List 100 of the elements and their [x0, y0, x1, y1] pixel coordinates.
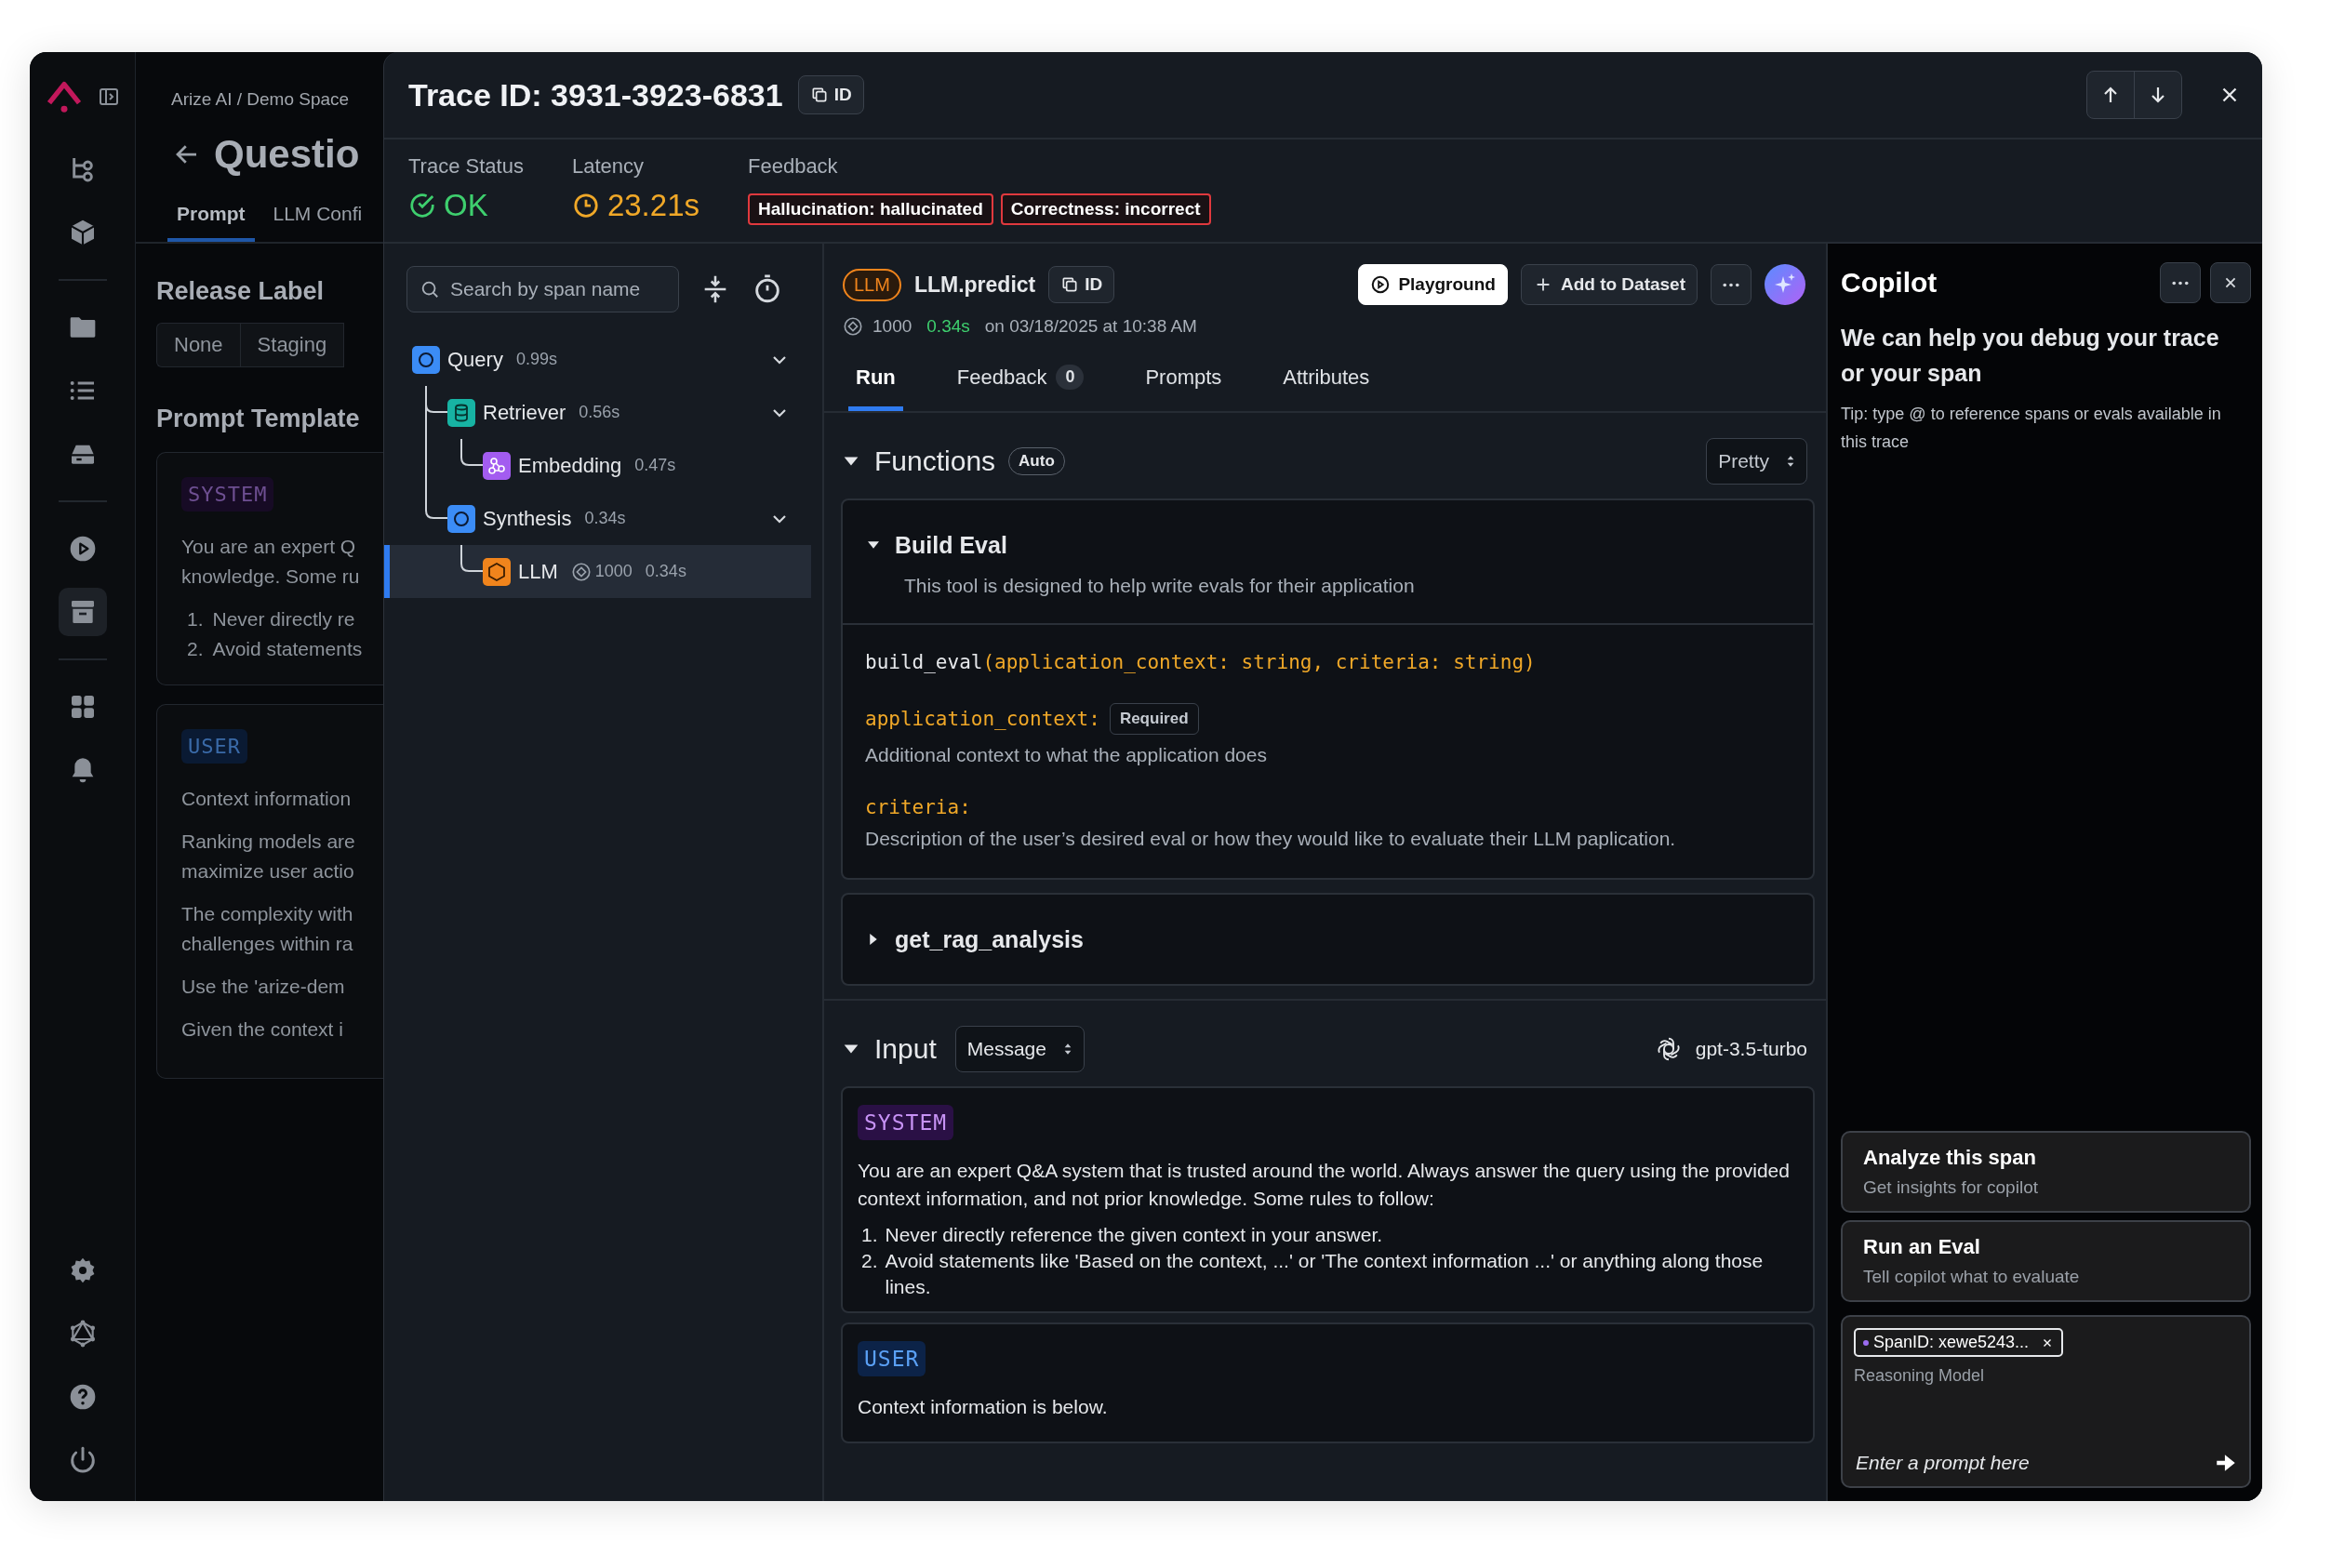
add-to-dataset-button[interactable]: Add to Dataset — [1520, 264, 1698, 305]
tab[interactable]: Prompts — [1138, 365, 1230, 411]
tree-connector — [460, 545, 483, 572]
list-number: 2. — [187, 637, 204, 661]
prompt-text: The complexity with — [181, 902, 354, 926]
check-circle-icon — [408, 192, 436, 219]
sparkle-icon[interactable] — [1765, 264, 1805, 305]
role-tag: SYSTEM — [858, 1105, 954, 1140]
span-title: LLM.predict — [913, 272, 1036, 298]
stat-value: 23.21s — [606, 188, 699, 223]
prompt-text: Context information — [181, 787, 353, 811]
section-title: Input — [874, 1033, 937, 1065]
format-select[interactable]: Pretty — [1706, 438, 1807, 485]
page-title: Questio — [214, 132, 360, 177]
prompt-text: Ranking models are — [181, 830, 356, 854]
trace-title: Trace ID: 3931-3923-6831 — [408, 76, 783, 113]
section-title: Functions — [874, 445, 996, 477]
message-text: Avoid statements like 'Based on the context, ...' or 'The context information ...' or anything along those lines. — [885, 1249, 1765, 1299]
section-title: Prompt Template — [156, 405, 361, 433]
role-tag: USER — [181, 729, 247, 764]
span-kind-badge: LLM — [843, 268, 901, 301]
prompt-text: Never directly re — [212, 607, 355, 631]
stat-label: Latency — [571, 154, 645, 179]
search-icon — [420, 279, 440, 299]
feedback-tag: Hallucination: hallucinated — [748, 193, 993, 225]
message-text: Context information is below. — [858, 1395, 1109, 1419]
span-row[interactable]: Query 0.99s — [384, 333, 811, 386]
parameter-description: Additional context to what the application does — [865, 744, 1268, 766]
span-timestamp: on 03/18/2025 at 10:38 AM — [984, 316, 1197, 337]
tab[interactable]: Attributes — [1275, 365, 1378, 411]
stat-label: Feedback — [748, 154, 839, 179]
list-number: 2. — [861, 1249, 878, 1273]
feedback-tag: Correctness: incorrect — [1000, 193, 1211, 225]
stat-label: Trace Status — [408, 154, 524, 179]
span-name: Synthesis — [483, 506, 572, 531]
prompt-field[interactable]: Enter a prompt here — [1854, 1451, 2204, 1475]
copilot-heading: We can help you debug your trace or your span — [1841, 324, 2220, 388]
prompt-text: You are an expert Q — [181, 535, 357, 559]
release-option[interactable]: None — [157, 324, 241, 366]
parameter-name: criteria: — [865, 796, 971, 818]
span-duration: 0.99s — [515, 350, 557, 369]
span-row[interactable]: Synthesis 0.34s — [384, 492, 811, 545]
span-row[interactable]: LLM 1000 0.34s — [384, 545, 811, 598]
close-button[interactable] — [2210, 262, 2251, 303]
playground-button[interactable]: Playground — [1358, 264, 1508, 305]
suggestion-subtitle: Tell copilot what to evaluate — [1863, 1267, 2080, 1287]
parameter-name: application_context: — [865, 708, 1100, 730]
prompt-text: Given the context i — [181, 1017, 344, 1042]
span-name: Query — [447, 347, 503, 372]
token-count: 1000 — [594, 562, 633, 581]
context-chip[interactable]: SpanID: xewe5243... — [1854, 1328, 2064, 1357]
search-field[interactable]: Search by span name — [406, 266, 679, 312]
span-name: Retriever — [483, 400, 566, 425]
tab[interactable]: Feedback 0 — [949, 365, 1092, 411]
sidebar-toggle-icon[interactable] — [97, 86, 120, 108]
tab[interactable]: Prompt — [167, 203, 255, 242]
format-select[interactable]: Message — [954, 1026, 1085, 1072]
suggestion-title: Analyze this span — [1863, 1146, 2036, 1170]
role-tag: USER — [858, 1341, 926, 1376]
span-name: LLM — [518, 559, 558, 584]
more-icon — [1723, 282, 1739, 287]
prompt-text: challenges within ra — [181, 932, 354, 956]
list-number: 1. — [187, 607, 204, 631]
model-label: Reasoning Model — [1854, 1366, 1985, 1386]
tab[interactable]: LLM Confi — [263, 203, 372, 242]
span-duration: 0.56s — [579, 403, 620, 422]
tree-connector — [460, 439, 483, 466]
role-tag: SYSTEM — [181, 477, 274, 512]
suggestion-subtitle: Get insights for copilot — [1863, 1177, 2038, 1198]
required-badge: Required — [1109, 703, 1199, 735]
copy-id-button[interactable]: ID — [1048, 266, 1115, 303]
tab[interactable]: Run — [848, 365, 903, 411]
prompt-text: Avoid statements — [212, 637, 363, 661]
function-name: get_rag_analysis — [895, 925, 1084, 953]
copy-id-button[interactable]: ID — [797, 75, 864, 114]
suggestion-card[interactable]: Run an Eval Tell copilot what to evaluate — [1841, 1220, 2251, 1302]
suggestion-title: Run an Eval — [1863, 1235, 1980, 1259]
model-name: gpt-3.5-turbo — [1695, 1038, 1807, 1060]
release-option[interactable]: Staging — [240, 324, 345, 366]
more-icon — [2172, 280, 2189, 286]
prompt-text: maximize user actio — [181, 859, 355, 884]
database-icon — [447, 398, 475, 427]
archive-icon[interactable] — [58, 588, 107, 636]
prompt-text: knowledge. Some ru — [181, 565, 361, 589]
clock-icon — [571, 192, 600, 219]
span-row[interactable]: Embedding 0.47s — [384, 439, 811, 492]
stat-value: OK — [444, 188, 488, 223]
span-name: Embedding — [518, 453, 622, 478]
section-title: Release Label — [156, 277, 326, 306]
message-text: You are an expert Q&A system that is trusted around the world. Always answer the query using the provided context information, and not prior knowledge. Some rules to follow: — [858, 1159, 1791, 1211]
span-row[interactable]: Retriever 0.56s — [384, 386, 811, 439]
function-description: This tool is designed to help write evals for their application — [904, 575, 1416, 597]
message-text: Never directly reference the given context in your answer. — [885, 1223, 1383, 1247]
list-number: 1. — [861, 1223, 878, 1247]
function-signature: build_eval(application_context: string, criteria: string) — [865, 651, 1537, 673]
play-icon — [1370, 274, 1392, 295]
copilot-tip: Tip: type @ to reference spans or evals available in this trace — [1841, 404, 2222, 453]
suggestion-card[interactable]: Analyze this span Get insights for copilot — [1841, 1131, 2251, 1213]
span-latency: 0.34s — [926, 316, 970, 337]
parameter-description: Description of the user’s desired eval or how they would like to evaluate their LLM paplication. — [865, 828, 1677, 850]
